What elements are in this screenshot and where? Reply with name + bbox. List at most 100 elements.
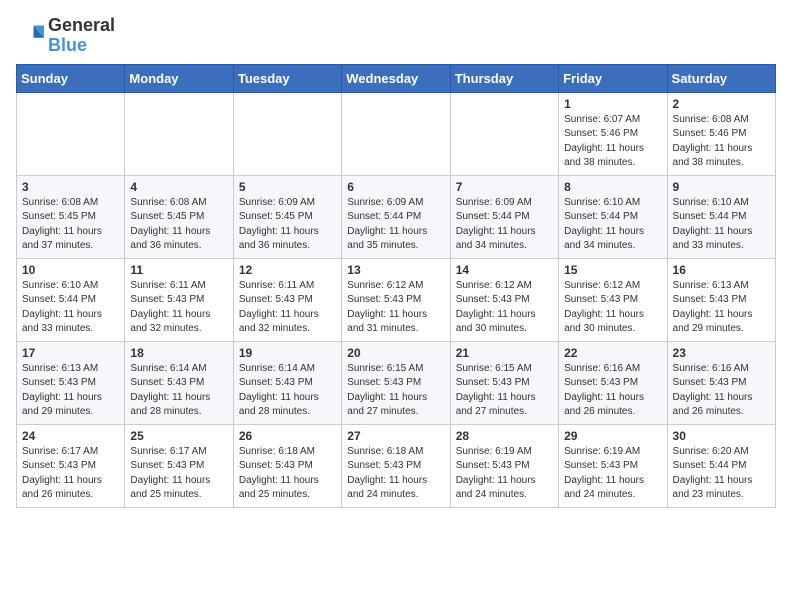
week-row-4: 24 Sunrise: 6:17 AM Sunset: 5:43 PM Dayli… — [17, 424, 776, 507]
day-number: 9 — [673, 180, 770, 194]
day-number: 19 — [239, 346, 336, 360]
page-header: General Blue — [16, 16, 776, 56]
day-number: 11 — [130, 263, 227, 277]
calendar-cell: 29Sunrise: 6:19 AM Sunset: 5:43 PM Dayli… — [559, 424, 667, 507]
day-info: Sunrise: 6:09 AM Sunset: 5:45 PM Dayligh… — [239, 196, 336, 254]
day-info: Sunrise: 6:14 AM Sunset: 5:43 PM Dayligh… — [239, 362, 336, 420]
calendar-cell: 24 Sunrise: 6:17 AM Sunset: 5:43 PM Dayli… — [17, 424, 125, 507]
day-number: 4 — [130, 180, 227, 194]
calendar-cell: 11 Sunrise: 6:11 AM Sunset: 5:43 PM Dayli… — [125, 258, 233, 341]
day-info: Sunrise: 6:12 AM Sunset: 5:43 PM Dayligh… — [564, 279, 661, 337]
day-info: Sunrise: 6:20 AM Sunset: 5:44 PM Dayligh… — [673, 445, 770, 503]
day-number: 1 — [564, 97, 661, 111]
weekday-saturday: Saturday — [667, 64, 775, 92]
week-row-2: 10Sunrise: 6:10 AM Sunset: 5:44 PM Dayli… — [17, 258, 776, 341]
day-number: 28 — [456, 429, 553, 443]
day-number: 2 — [673, 97, 770, 111]
day-number: 21 — [456, 346, 553, 360]
day-number: 25 — [130, 429, 227, 443]
weekday-monday: Monday — [125, 64, 233, 92]
calendar-cell: 12 Sunrise: 6:11 AM Sunset: 5:43 PM Dayli… — [233, 258, 341, 341]
calendar-cell: 8 Sunrise: 6:10 AM Sunset: 5:44 PM Daylig… — [559, 175, 667, 258]
day-number: 29 — [564, 429, 661, 443]
weekday-friday: Friday — [559, 64, 667, 92]
day-info: Sunrise: 6:11 AM Sunset: 5:43 PM Dayligh… — [130, 279, 227, 337]
day-number: 20 — [347, 346, 444, 360]
day-info: Sunrise: 6:08 AM Sunset: 5:46 PM Dayligh… — [673, 113, 770, 171]
day-number: 3 — [22, 180, 119, 194]
day-number: 12 — [239, 263, 336, 277]
calendar-cell: 2 Sunrise: 6:08 AM Sunset: 5:46 PM Daylig… — [667, 92, 775, 175]
calendar-cell: 15 Sunrise: 6:12 AM Sunset: 5:43 PM Dayli… — [559, 258, 667, 341]
weekday-wednesday: Wednesday — [342, 64, 450, 92]
calendar-cell: 27 Sunrise: 6:18 AM Sunset: 5:43 PM Dayli… — [342, 424, 450, 507]
day-number: 27 — [347, 429, 444, 443]
calendar-cell — [125, 92, 233, 175]
day-info: Sunrise: 6:18 AM Sunset: 5:43 PM Dayligh… — [347, 445, 444, 503]
day-number: 8 — [564, 180, 661, 194]
day-info: Sunrise: 6:16 AM Sunset: 5:43 PM Dayligh… — [564, 362, 661, 420]
calendar-cell: 26 Sunrise: 6:18 AM Sunset: 5:43 PM Dayli… — [233, 424, 341, 507]
calendar-cell — [233, 92, 341, 175]
logo-text: General Blue — [48, 16, 115, 56]
day-number: 15 — [564, 263, 661, 277]
calendar-cell: 22 Sunrise: 6:16 AM Sunset: 5:43 PM Dayli… — [559, 341, 667, 424]
day-number: 17 — [22, 346, 119, 360]
calendar-cell: 7 Sunrise: 6:09 AM Sunset: 5:44 PM Daylig… — [450, 175, 558, 258]
calendar-cell: 17 Sunrise: 6:13 AM Sunset: 5:43 PM Dayli… — [17, 341, 125, 424]
day-info: Sunrise: 6:17 AM Sunset: 5:43 PM Dayligh… — [130, 445, 227, 503]
day-info: Sunrise: 6:19 AM Sunset: 5:43 PM Dayligh… — [456, 445, 553, 503]
day-info: Sunrise: 6:15 AM Sunset: 5:43 PM Dayligh… — [456, 362, 553, 420]
day-info: Sunrise: 6:09 AM Sunset: 5:44 PM Dayligh… — [347, 196, 444, 254]
day-number: 24 — [22, 429, 119, 443]
calendar-cell: 30 Sunrise: 6:20 AM Sunset: 5:44 PM Dayli… — [667, 424, 775, 507]
day-info: Sunrise: 6:15 AM Sunset: 5:43 PM Dayligh… — [347, 362, 444, 420]
day-info: Sunrise: 6:12 AM Sunset: 5:43 PM Dayligh… — [456, 279, 553, 337]
day-info: Sunrise: 6:09 AM Sunset: 5:44 PM Dayligh… — [456, 196, 553, 254]
day-number: 7 — [456, 180, 553, 194]
calendar-cell: 4Sunrise: 6:08 AM Sunset: 5:45 PM Daylig… — [125, 175, 233, 258]
logo-icon — [16, 22, 44, 50]
day-info: Sunrise: 6:16 AM Sunset: 5:43 PM Dayligh… — [673, 362, 770, 420]
weekday-sunday: Sunday — [17, 64, 125, 92]
day-info: Sunrise: 6:08 AM Sunset: 5:45 PM Dayligh… — [22, 196, 119, 254]
day-number: 6 — [347, 180, 444, 194]
weekday-tuesday: Tuesday — [233, 64, 341, 92]
calendar-cell: 25 Sunrise: 6:17 AM Sunset: 5:43 PM Dayli… — [125, 424, 233, 507]
calendar-cell — [342, 92, 450, 175]
day-info: Sunrise: 6:10 AM Sunset: 5:44 PM Dayligh… — [564, 196, 661, 254]
week-row-0: 1 Sunrise: 6:07 AM Sunset: 5:46 PM Daylig… — [17, 92, 776, 175]
day-info: Sunrise: 6:12 AM Sunset: 5:43 PM Dayligh… — [347, 279, 444, 337]
calendar-cell: 20 Sunrise: 6:15 AM Sunset: 5:43 PM Dayli… — [342, 341, 450, 424]
week-row-1: 3 Sunrise: 6:08 AM Sunset: 5:45 PM Daylig… — [17, 175, 776, 258]
week-row-3: 17 Sunrise: 6:13 AM Sunset: 5:43 PM Dayli… — [17, 341, 776, 424]
day-number: 30 — [673, 429, 770, 443]
day-info: Sunrise: 6:10 AM Sunset: 5:44 PM Dayligh… — [22, 279, 119, 337]
calendar-cell: 14 Sunrise: 6:12 AM Sunset: 5:43 PM Dayli… — [450, 258, 558, 341]
day-number: 18 — [130, 346, 227, 360]
day-number: 26 — [239, 429, 336, 443]
day-number: 14 — [456, 263, 553, 277]
day-number: 22 — [564, 346, 661, 360]
weekday-thursday: Thursday — [450, 64, 558, 92]
day-info: Sunrise: 6:13 AM Sunset: 5:43 PM Dayligh… — [673, 279, 770, 337]
calendar-cell: 5Sunrise: 6:09 AM Sunset: 5:45 PM Daylig… — [233, 175, 341, 258]
calendar-cell: 18 Sunrise: 6:14 AM Sunset: 5:43 PM Dayli… — [125, 341, 233, 424]
logo: General Blue — [16, 16, 115, 56]
calendar-cell — [450, 92, 558, 175]
calendar-cell: 1 Sunrise: 6:07 AM Sunset: 5:46 PM Daylig… — [559, 92, 667, 175]
day-info: Sunrise: 6:18 AM Sunset: 5:43 PM Dayligh… — [239, 445, 336, 503]
calendar-cell: 10Sunrise: 6:10 AM Sunset: 5:44 PM Dayli… — [17, 258, 125, 341]
day-info: Sunrise: 6:17 AM Sunset: 5:43 PM Dayligh… — [22, 445, 119, 503]
weekday-header-row: SundayMondayTuesdayWednesdayThursdayFrid… — [17, 64, 776, 92]
calendar-cell: 28 Sunrise: 6:19 AM Sunset: 5:43 PM Dayli… — [450, 424, 558, 507]
calendar-cell — [17, 92, 125, 175]
day-info: Sunrise: 6:07 AM Sunset: 5:46 PM Dayligh… — [564, 113, 661, 171]
calendar-body: 1 Sunrise: 6:07 AM Sunset: 5:46 PM Daylig… — [17, 92, 776, 507]
calendar-cell: 9Sunrise: 6:10 AM Sunset: 5:44 PM Daylig… — [667, 175, 775, 258]
day-number: 16 — [673, 263, 770, 277]
calendar-table: SundayMondayTuesdayWednesdayThursdayFrid… — [16, 64, 776, 508]
day-info: Sunrise: 6:13 AM Sunset: 5:43 PM Dayligh… — [22, 362, 119, 420]
day-info: Sunrise: 6:11 AM Sunset: 5:43 PM Dayligh… — [239, 279, 336, 337]
day-info: Sunrise: 6:14 AM Sunset: 5:43 PM Dayligh… — [130, 362, 227, 420]
